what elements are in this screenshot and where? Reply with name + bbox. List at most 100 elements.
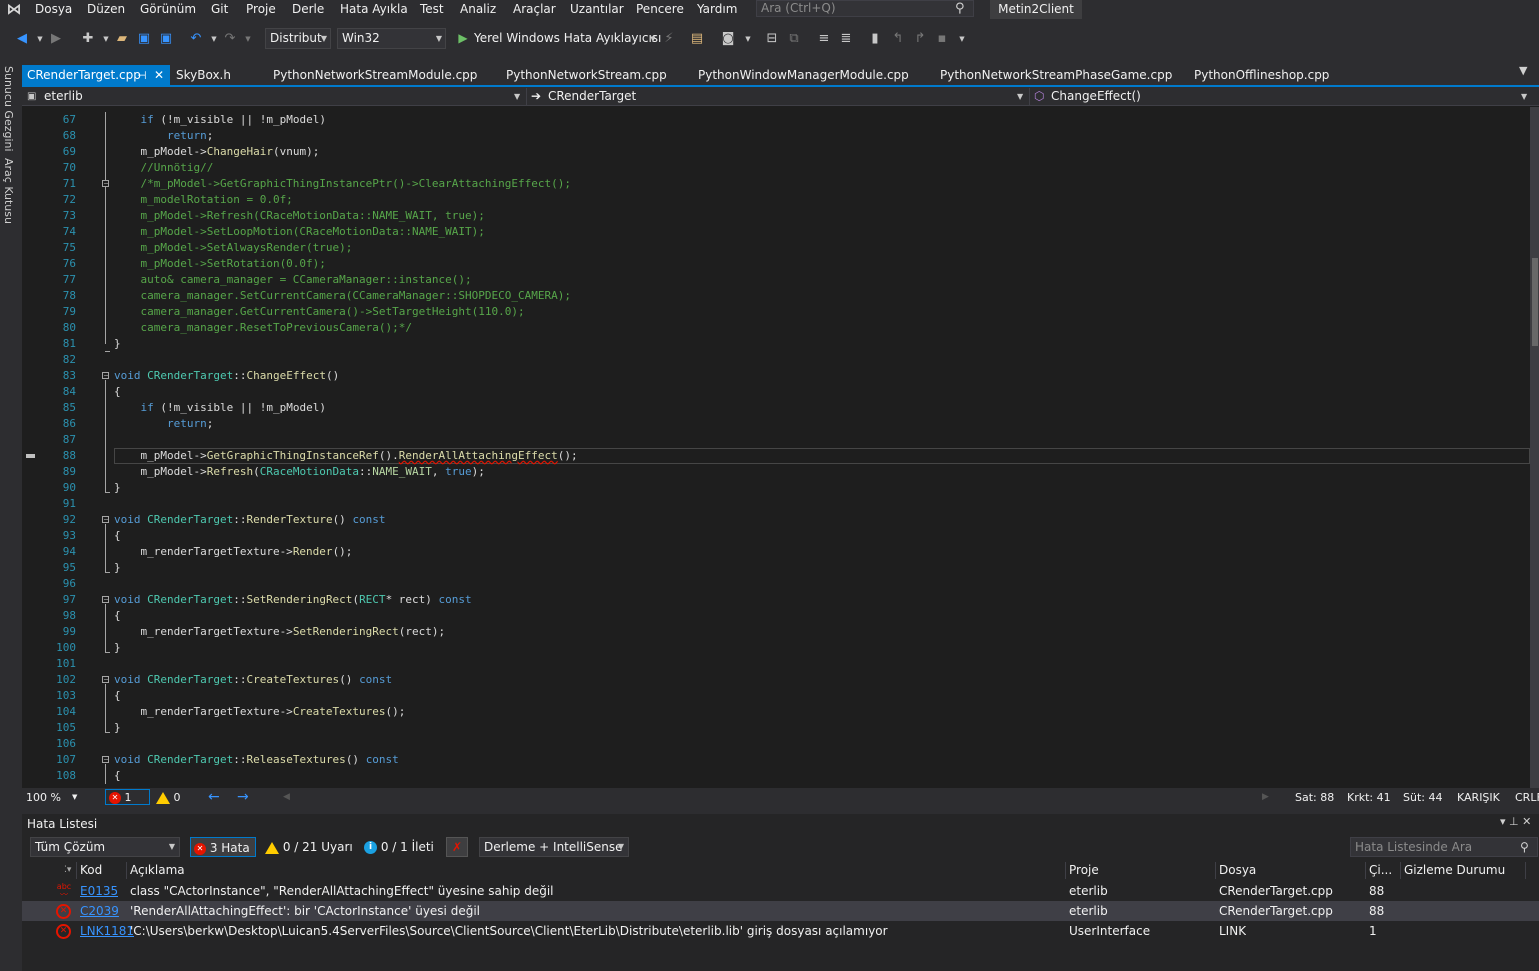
bookmark-icon[interactable]: ▮ [867, 30, 883, 48]
clear-filter-icon[interactable]: ✗ [446, 837, 468, 857]
collapse-icon[interactable]: − [102, 596, 110, 604]
save-all-icon[interactable]: ▣ [158, 30, 174, 48]
menu-git[interactable]: Git [211, 1, 228, 18]
column-suppression[interactable]: Gizleme Durumu [1404, 861, 1505, 880]
menu-test[interactable]: Test [420, 1, 444, 18]
column-indicator[interactable]: Süt: 44 [1403, 789, 1442, 806]
chevron-down-icon[interactable]: ▼ [32, 30, 48, 48]
open-folder-icon[interactable]: ▰ [114, 30, 130, 48]
tab-pythonnetworkstreamphasegame-cpp[interactable]: PythonNetworkStreamPhaseGame.cpp [940, 66, 1172, 85]
error-code[interactable]: E0135 [80, 881, 118, 901]
chevron-down-icon[interactable]: ▼ [1017, 87, 1023, 106]
member-dropdown[interactable]: ChangeEffect() [1051, 87, 1141, 106]
chevron-down-icon[interactable]: ▼ [240, 30, 256, 48]
attach-icon[interactable]: ⚡ [661, 30, 677, 48]
scope-select[interactable]: Tüm Çözüm ▼ [30, 837, 180, 857]
tab-overflow-icon[interactable]: ▼ [1519, 64, 1527, 77]
menu-analiz[interactable]: Analiz [460, 1, 496, 18]
pin-icon[interactable]: ⊣ [137, 66, 147, 85]
zoom-level[interactable]: 100 % [26, 789, 61, 806]
scroll-left-icon[interactable]: ◀ [283, 789, 290, 806]
error-code[interactable]: LNK1181 [80, 921, 134, 941]
comment-lines-icon[interactable]: ≡ [816, 30, 832, 48]
folder-icon[interactable]: ▤ [689, 30, 705, 48]
line-indicator[interactable]: Sat: 88 [1295, 789, 1334, 806]
chevron-down-icon[interactable]: ▼ [645, 30, 661, 48]
scope-dropdown[interactable]: CRenderTarget [548, 87, 636, 106]
visual-studio-logo-icon[interactable]: ⋈ [3, 0, 25, 19]
menu-proje[interactable]: Proje [246, 1, 276, 18]
chevron-down-icon[interactable]: ▼ [514, 87, 520, 106]
tab-pythonnetworkstream-cpp[interactable]: PythonNetworkStream.cpp [506, 66, 667, 85]
tab-skybox-h[interactable]: SkyBox.h [176, 66, 231, 85]
toolbox-tab[interactable]: Araç Kutusu [2, 158, 15, 224]
column-description[interactable]: Açıklama [130, 861, 185, 880]
line-ending-indicator[interactable]: CRLF [1515, 789, 1539, 806]
scroll-right-icon[interactable]: ▶ [1262, 789, 1269, 806]
clear-bookmarks-icon[interactable]: ▪ [934, 30, 950, 48]
menu-araclar[interactable]: Araçlar [513, 1, 556, 18]
previous-bookmark-icon[interactable]: ↰ [890, 30, 906, 48]
search-icon[interactable]: ⚲ [1520, 837, 1529, 857]
menu-duzen[interactable]: Düzen [87, 1, 125, 18]
next-bookmark-icon[interactable]: ↱ [912, 30, 928, 48]
build-filter-select[interactable]: Derleme + IntelliSense ▼ [479, 837, 629, 857]
quick-search-input[interactable]: Ara (Ctrl+Q) [756, 0, 974, 17]
column-project[interactable]: Proje [1069, 861, 1099, 880]
uncomment-lines-icon[interactable]: ≣ [838, 30, 854, 48]
configuration-select[interactable]: Distribut ▼ [265, 28, 331, 49]
indent-mode-indicator[interactable]: KARIŞIK [1457, 789, 1500, 806]
chevron-down-icon[interactable]: ▼ [740, 30, 756, 48]
menu-hata-ayikla[interactable]: Hata Ayıkla [340, 1, 408, 18]
chevron-down-icon[interactable]: ▼ [1521, 87, 1527, 106]
chevron-down-icon[interactable]: ▼ [72, 789, 77, 806]
search-icon[interactable]: ⚲ [955, 0, 969, 17]
errors-filter-button[interactable]: ✕ 3 Hata [190, 837, 256, 857]
next-issue-icon[interactable]: → [237, 789, 249, 806]
menu-derle[interactable]: Derle [292, 1, 324, 18]
scrollbar-thumb[interactable] [1532, 258, 1538, 346]
tab-pythonwindowmanagermodule-cpp[interactable]: PythonWindowManagerModule.cpp [698, 66, 909, 85]
undo-icon[interactable]: ↶ [188, 30, 204, 48]
chevron-down-icon[interactable]: ▼ [206, 30, 222, 48]
messages-filter-button[interactable]: i 0 / 1 İleti [364, 837, 436, 857]
chevron-down-icon[interactable]: ▼ [954, 30, 970, 48]
menu-yardim[interactable]: Yardım [697, 1, 737, 18]
close-icon[interactable]: ✕ [154, 66, 164, 85]
save-icon[interactable]: ▣ [136, 30, 152, 48]
error-row[interactable]: abc 〰 E0135 class "CActorInstance", "Rend… [22, 881, 1539, 901]
collapse-icon[interactable]: − [102, 516, 110, 524]
error-row[interactable]: ✕ LNK1181 'C:\Users\berkw\Desktop\Luican… [22, 921, 1539, 941]
platform-select[interactable]: Win32 ▼ [337, 28, 446, 49]
collapse-icon[interactable]: − [102, 372, 110, 380]
warning-count[interactable]: 0 [156, 789, 181, 806]
chevron-down-icon[interactable]: ▼ [98, 30, 114, 48]
column-file[interactable]: Dosya [1219, 861, 1256, 880]
menu-gorunum[interactable]: Görünüm [140, 1, 196, 18]
menu-dosya[interactable]: Dosya [35, 1, 72, 18]
collapse-icon[interactable]: − [102, 676, 110, 684]
find-in-files-icon[interactable]: ⊟ [764, 30, 780, 48]
error-list-search-input[interactable]: Hata Listesinde Ara [1350, 837, 1538, 857]
previous-issue-icon[interactable]: ← [208, 789, 220, 806]
collapse-icon[interactable]: − [102, 180, 110, 188]
tab-pythonnetworkstreammodule-cpp[interactable]: PythonNetworkStreamModule.cpp [273, 66, 477, 85]
warnings-filter-button[interactable]: 0 / 21 Uyarı [265, 837, 355, 857]
new-project-icon[interactable]: ✚ [80, 30, 96, 48]
navigate-forward-icon[interactable]: ▶ [48, 30, 64, 48]
screenshot-icon[interactable]: ◙ [720, 30, 736, 48]
project-dropdown[interactable]: eterlib [44, 87, 83, 106]
char-indicator[interactable]: Krkt: 41 [1347, 789, 1391, 806]
navigate-back-icon[interactable]: ◀ [14, 30, 30, 48]
panel-window-controls[interactable]: ▾ ⊥ ✕ [1500, 815, 1531, 828]
start-debugging-icon[interactable]: ▶ [455, 29, 471, 47]
column-code[interactable]: Kod [80, 861, 102, 880]
error-code[interactable]: C2039 [80, 901, 119, 921]
menu-pencere[interactable]: Pencere [636, 1, 684, 18]
collapse-icon[interactable]: − [102, 756, 110, 764]
error-row[interactable]: ✕ C2039 'RenderAllAttachingEffect': bir … [22, 901, 1539, 921]
filter-icon[interactable]: ⁚▾ [64, 861, 71, 880]
code-text[interactable]: if (!m_visible || !m_pModel) return; m_p… [114, 112, 1524, 784]
start-debugging-button[interactable]: Yerel Windows Hata Ayıklayıcısı [474, 30, 661, 47]
redo-icon[interactable]: ↷ [222, 30, 238, 48]
